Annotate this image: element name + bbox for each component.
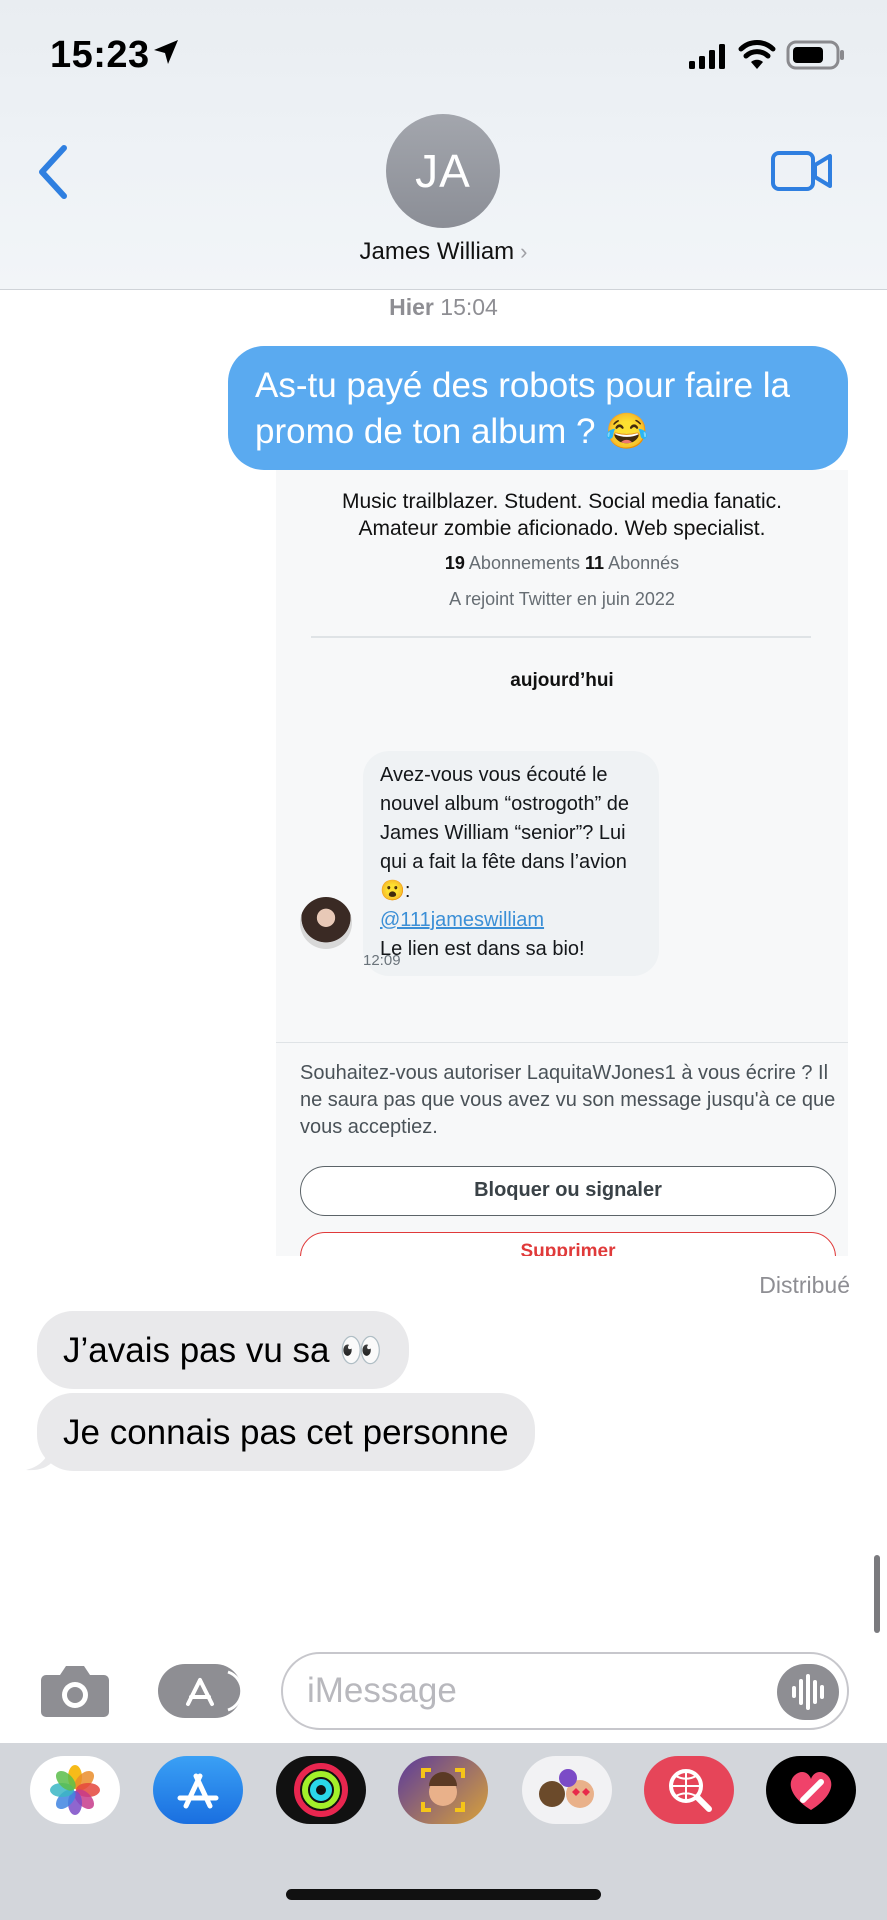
wifi-icon [738,40,776,69]
app-store-a-icon [186,1670,244,1712]
digital-touch-icon [790,1772,832,1810]
contact-name: James William [359,238,515,265]
location-arrow-icon [154,40,178,64]
contact-avatar[interactable]: JA [386,114,500,228]
divider [276,1042,848,1043]
home-indicator[interactable] [286,1889,601,1900]
dm-text: Le lien est dans sa bio! [380,938,585,960]
sent-message-bubble[interactable]: As-tu payé des robots pour faire la prom… [228,346,848,470]
block-report-button: Bloquer ou signaler [300,1166,836,1216]
delete-button: Supprimer [300,1232,836,1256]
timestamp-time: 15:04 [440,294,498,320]
memoji-app-button[interactable] [398,1756,488,1824]
chevron-right-icon: › [520,239,528,264]
avatar-initials: JA [415,145,471,197]
message-timestamp: Hier 15:04 [0,294,887,321]
app-store-app-button[interactable] [153,1756,243,1824]
received-message-bubble[interactable]: J’avais pas vu sa 👀 [37,1311,409,1389]
bubble-tail [26,1440,54,1471]
followers-label: Abonnés [608,553,680,573]
back-chevron-icon[interactable] [34,144,70,200]
waveform-icon [792,1674,824,1710]
status-time: 15:23 [50,34,150,76]
camera-icon[interactable] [40,1663,110,1718]
app-store-icon [177,1773,219,1809]
search-images-icon [669,1769,712,1812]
sent-message-text: As-tu payé des robots pour faire la prom… [255,366,791,451]
divider [311,636,811,638]
sender-avatar [300,897,352,949]
photos-app-button[interactable] [30,1756,120,1824]
voice-message-button[interactable] [777,1664,839,1720]
follow-stats: 19 Abonnements 11 Abonnés [276,553,848,574]
photos-icon [50,1765,100,1815]
battery-icon [786,40,844,70]
video-call-icon[interactable] [770,150,834,192]
join-date: A rejoint Twitter en juin 2022 [449,589,675,609]
contact-name-button[interactable]: James William › [0,238,887,266]
profile-bio: Music trailblazer. Student. Social media… [276,488,848,542]
app-store-button[interactable] [158,1664,244,1718]
bio-line: Amateur zombie aficionado. Web specialis… [358,517,766,540]
message-request-text: Souhaitez-vous autoriser LaquitaWJones1 … [300,1062,836,1138]
imessage-placeholder: iMessage [307,1671,457,1710]
cellular-signal-icon [689,44,725,69]
delivered-status: Distribué [759,1272,850,1298]
image-search-app-button[interactable] [644,1756,734,1824]
dm-time: 12:09 [363,952,401,969]
activity-icon [294,1763,348,1817]
dm-bubble: Avez-vous vous écouté le nouvel album “o… [363,751,659,976]
received-message-bubble[interactable]: Je connais pas cet personne [37,1393,535,1471]
following-label: Abonnements [468,553,580,573]
scrollbar[interactable] [874,1555,880,1633]
memoji-icon [421,1768,465,1812]
shared-screenshot-image[interactable]: Music trailblazer. Student. Social media… [276,470,848,1256]
digital-touch-app-button[interactable] [766,1756,856,1824]
timestamp-day: Hier [389,294,434,320]
day-label: aujourd’hui [510,670,614,691]
animoji-app-button[interactable] [522,1756,612,1824]
activity-app-button[interactable] [276,1756,366,1824]
bio-line: Music trailblazer. Student. Social media… [341,490,783,513]
dm-mention-link: @111jameswilliam [380,909,545,931]
received-message-text: J’avais pas vu sa 👀 [63,1331,383,1370]
followers-count: 11 [585,553,605,573]
animoji-icon [539,1769,594,1808]
dm-text: Avez-vous vous écouté le nouvel album “o… [380,764,630,902]
following-count: 19 [444,553,465,573]
conversation-header: 15:23 JA James William › [0,0,887,290]
received-message-text: Je connais pas cet personne [63,1413,509,1452]
